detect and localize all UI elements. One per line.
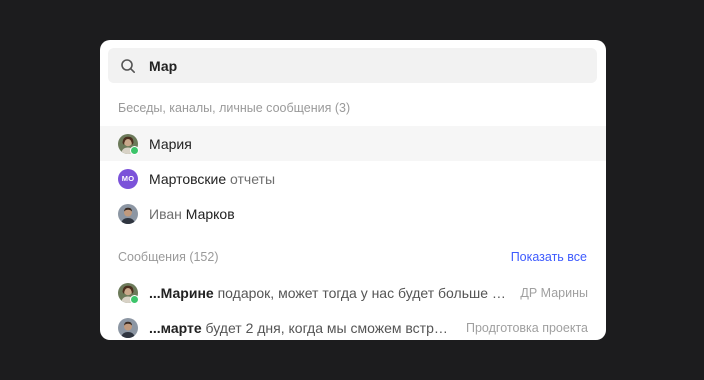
- conversation-name-rest: Иван: [149, 205, 186, 222]
- show-all-link[interactable]: Показать все: [511, 250, 587, 264]
- search-icon: [121, 58, 135, 73]
- conversation-item-maria[interactable]: Мария: [100, 126, 606, 161]
- message-item[interactable]: ...марте будет 2 дня, когда мы сможем вс…: [100, 310, 606, 340]
- message-conversation: Продготовка проекта: [466, 320, 588, 335]
- avatar: [118, 317, 138, 338]
- conversation-name-match: Мартовские: [149, 170, 227, 187]
- message-match: ...марте: [149, 319, 202, 336]
- channel-avatar: МО: [118, 168, 138, 189]
- message-rest: будет 2 дня, когда мы сможем встретиться: [205, 319, 454, 336]
- conversation-item-march-reports[interactable]: МО Мартовские отчеты: [100, 161, 606, 196]
- message-conversation: ДР Марины: [520, 285, 588, 300]
- avatar: [118, 203, 138, 224]
- message-snippet: ...марте будет 2 дня, когда мы сможем вс…: [149, 320, 454, 336]
- online-status-indicator: [130, 145, 139, 155]
- message-snippet: ...Марине подарок, может тогда у нас буд…: [149, 285, 508, 301]
- conversation-item-ivan-markov[interactable]: Иван Марков: [100, 196, 606, 231]
- message-rest: подарок, может тогда у нас будет больше …: [217, 284, 509, 301]
- message-item[interactable]: ...Марине подарок, может тогда у нас буд…: [100, 275, 606, 310]
- conversation-name: Мария: [149, 135, 192, 152]
- avatar: [118, 282, 139, 304]
- conversation-name-match: Марков: [185, 205, 235, 222]
- online-status-indicator: [130, 294, 139, 304]
- conversation-name-rest: отчеты: [226, 170, 276, 187]
- avatar: [118, 133, 139, 155]
- messages-section-label: Сообщения (152): [118, 250, 219, 264]
- search-box[interactable]: [108, 48, 597, 83]
- search-popup: Беседы, каналы, личные сообщения (3) Мар…: [100, 40, 606, 340]
- search-input[interactable]: [149, 57, 569, 74]
- conversations-section-label: Беседы, каналы, личные сообщения (3): [118, 101, 351, 115]
- message-match: ...Марине: [149, 284, 214, 301]
